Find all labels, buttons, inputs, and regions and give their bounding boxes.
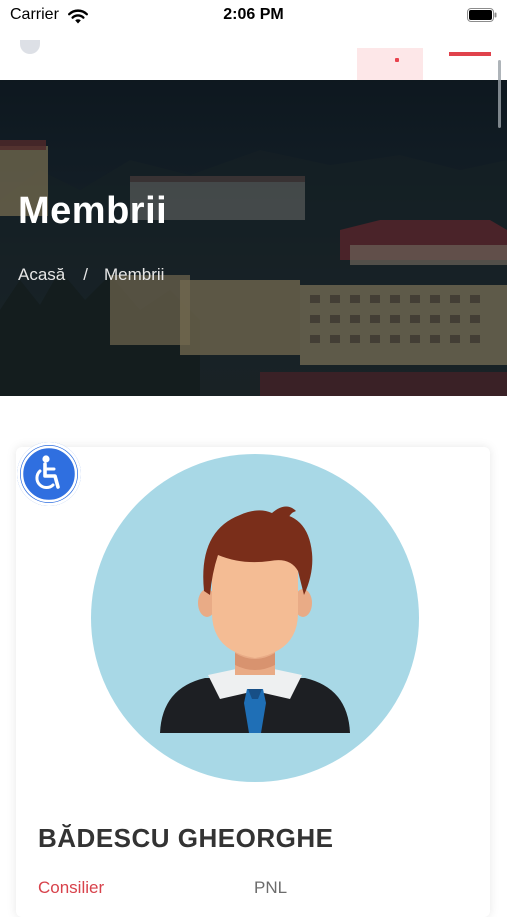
member-role: Consilier [38, 878, 105, 897]
status-bar: Carrier 2:06 PM [0, 0, 507, 32]
accessibility-icon [20, 445, 78, 503]
accessibility-button[interactable] [17, 442, 81, 506]
site-logo[interactable] [20, 40, 40, 54]
town-photo [0, 80, 507, 396]
page-title: Membrii [18, 190, 168, 232]
breadcrumb: Acasă / Membrii [18, 265, 164, 285]
menu-icon[interactable] [449, 52, 491, 56]
breadcrumb-separator: / [83, 265, 88, 284]
member-name: BĂDESCU GHEORGHE [38, 823, 334, 853]
status-time: 2:06 PM [223, 6, 284, 23]
breadcrumb-current: Membrii [103, 265, 165, 284]
member-party: PNL [254, 878, 288, 897]
header-action-button[interactable] [357, 48, 423, 80]
page-hero: Membrii Acasă / Membrii [0, 80, 507, 396]
battery-icon [467, 8, 497, 22]
member-card[interactable]: BĂDESCU GHEORGHE Consilier PNL [16, 447, 490, 917]
member-avatar [91, 454, 419, 782]
scroll-indicator [498, 60, 501, 128]
breadcrumb-home-link[interactable]: Acasă [18, 265, 65, 284]
site-header [0, 32, 507, 80]
header-action-icon [395, 58, 399, 62]
